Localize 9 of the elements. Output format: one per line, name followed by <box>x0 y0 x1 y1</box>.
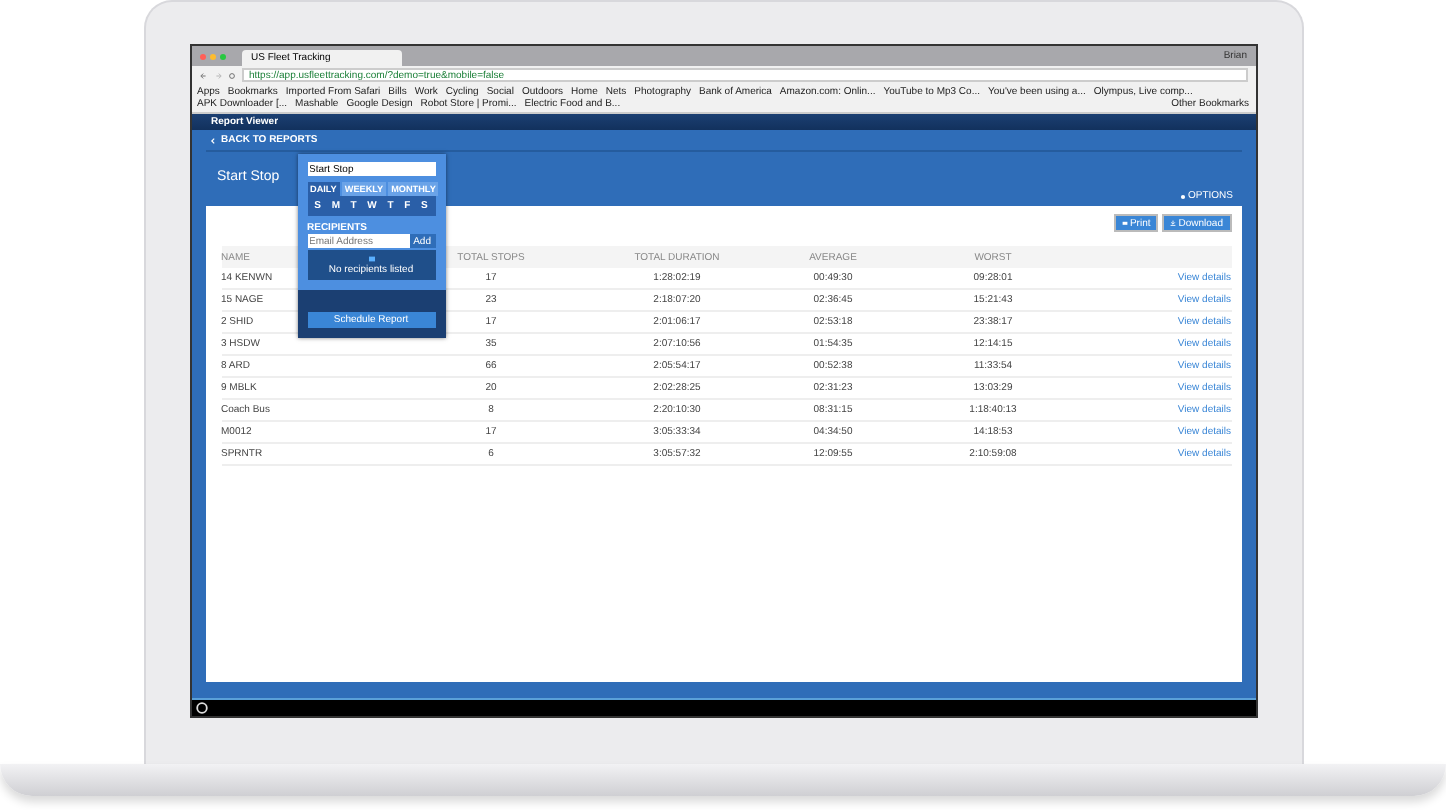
envelope-icon <box>367 255 375 261</box>
minimize-icon[interactable] <box>209 53 215 59</box>
maximize-icon[interactable] <box>219 53 225 59</box>
download-icon <box>1170 220 1177 226</box>
start-icon <box>195 702 207 714</box>
back-icon <box>199 71 207 79</box>
reload-icon <box>227 71 235 79</box>
chevron-left-icon <box>209 137 215 143</box>
close-icon[interactable] <box>199 53 205 59</box>
